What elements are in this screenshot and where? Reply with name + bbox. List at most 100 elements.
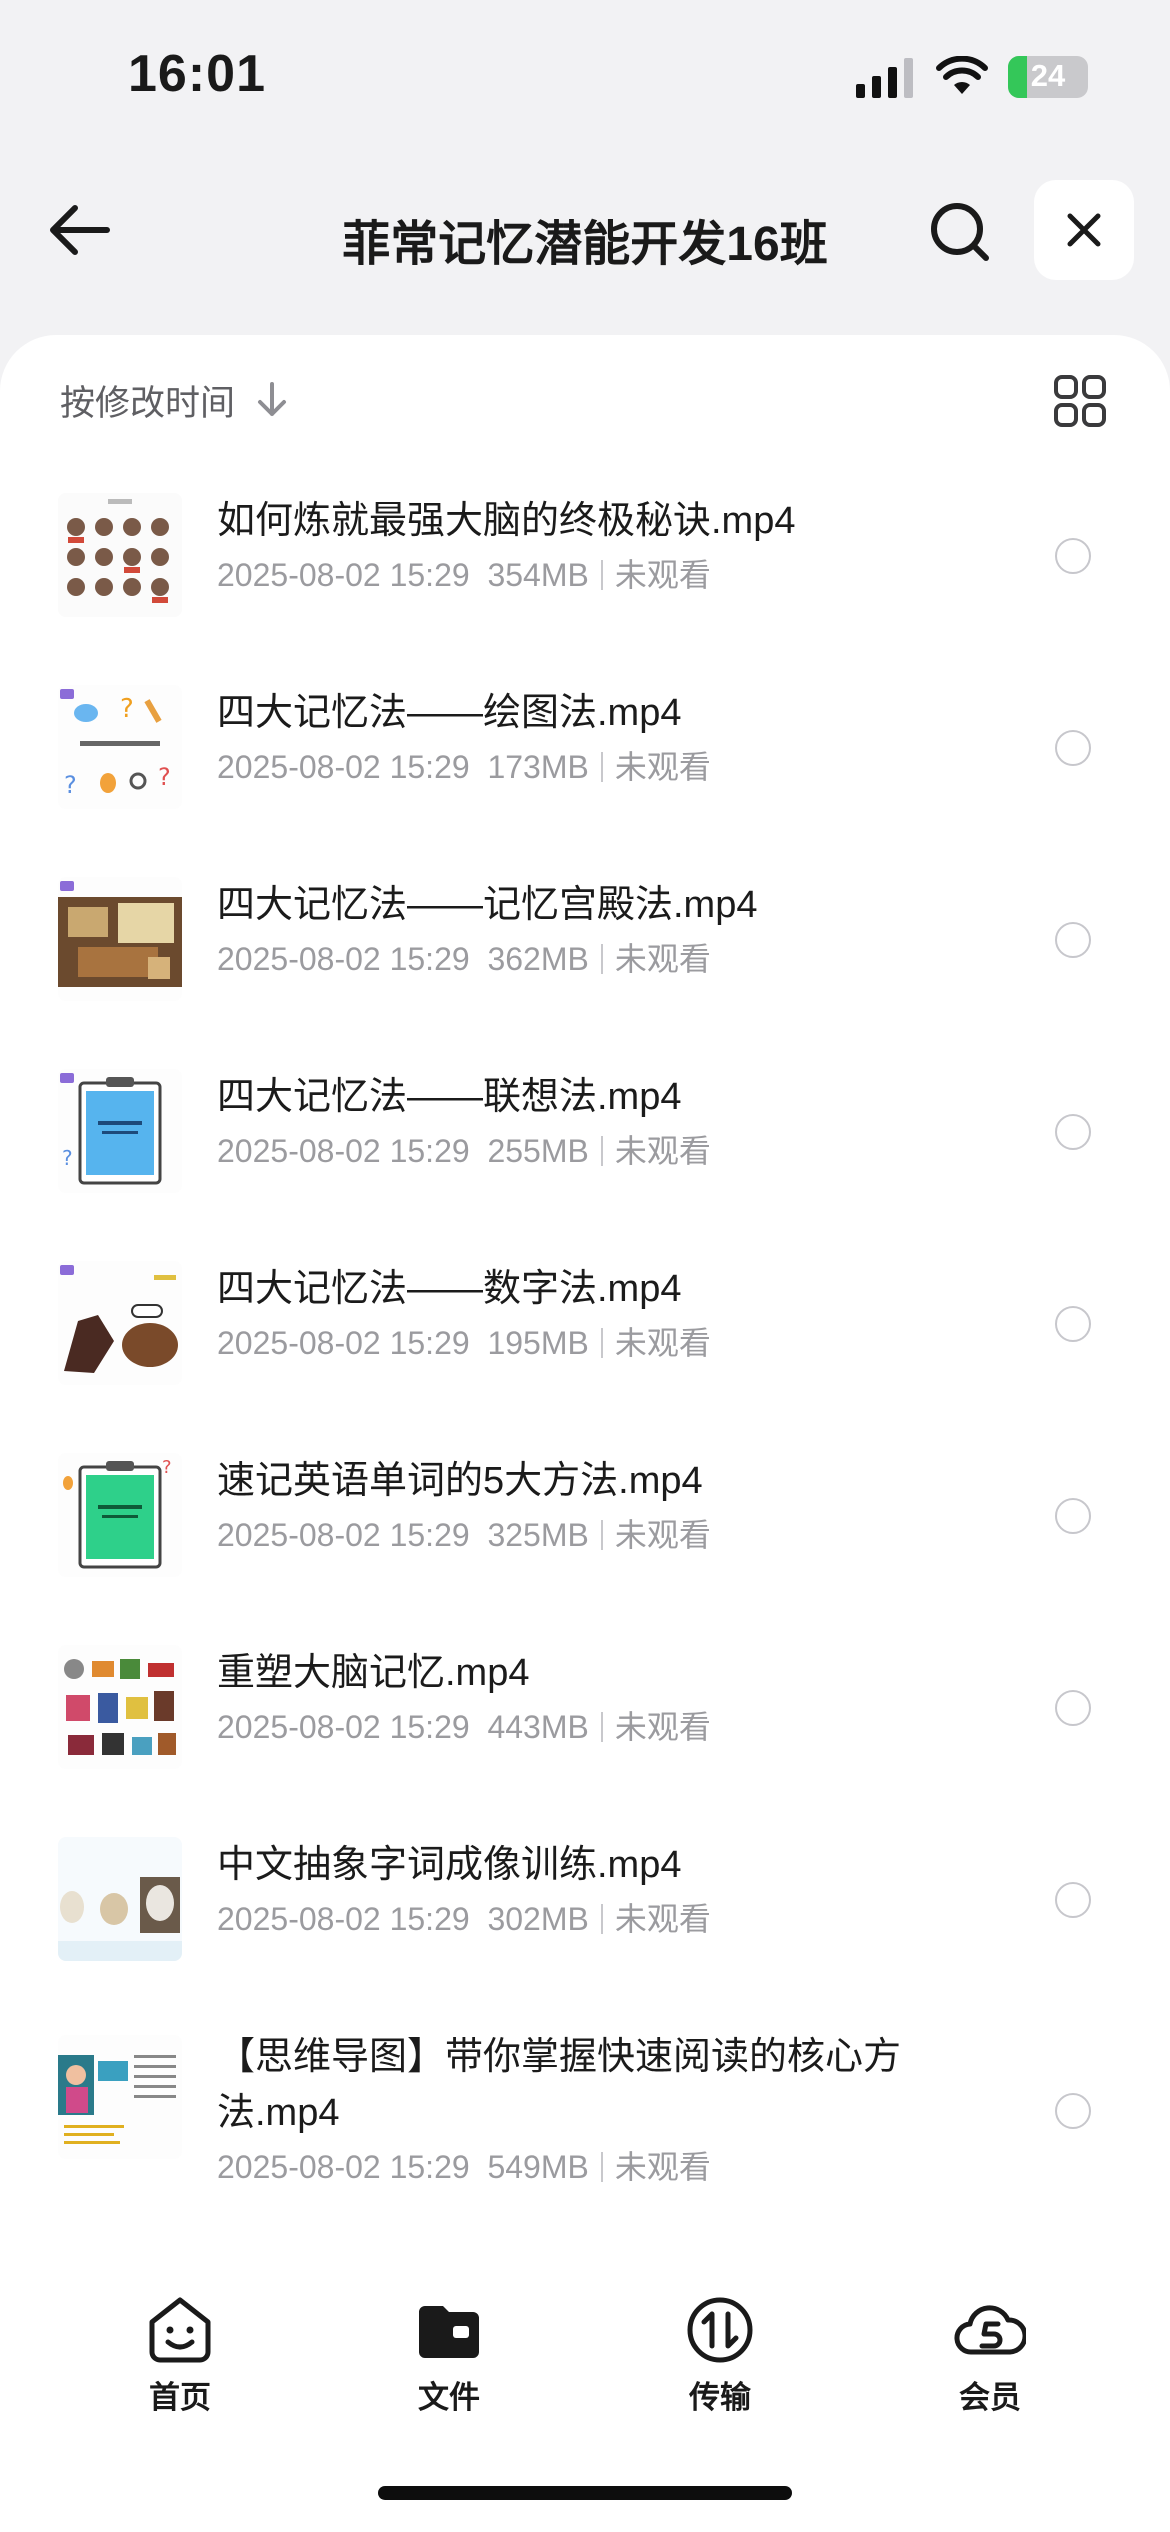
video-thumbnail	[58, 1261, 182, 1385]
tab-label: 首页	[149, 2380, 211, 2415]
sort-control[interactable]: 按修改时间	[60, 375, 287, 425]
watch-status: 未观看	[614, 1325, 711, 1361]
list-item[interactable]: ? ? ? 四大记忆法——绘图法.mp4 2025-08-02 15:29 17…	[0, 645, 1170, 837]
file-date: 2025-08-02 15:29	[217, 1517, 470, 1553]
search-icon	[931, 203, 989, 261]
file-meta: 2025-08-02 15:29 195MB 未观看	[217, 1319, 937, 1367]
select-radio[interactable]	[1055, 1690, 1091, 1726]
meta-divider	[600, 1712, 603, 1742]
file-info: 如何炼就最强大脑的终极秘诀.mp4 2025-08-02 15:29 354MB…	[217, 493, 937, 599]
file-meta: 2025-08-02 15:29 362MB 未观看	[217, 935, 937, 983]
file-info: 速记英语单词的5大方法.mp4 2025-08-02 15:29 325MB 未观…	[217, 1453, 937, 1559]
svg-text:?: ?	[120, 694, 134, 724]
tab-home[interactable]: 首页	[100, 2294, 260, 2417]
grid-view-icon[interactable]	[1054, 375, 1106, 427]
select-radio[interactable]	[1055, 1114, 1091, 1150]
file-date: 2025-08-02 15:29	[217, 1901, 470, 1937]
list-item[interactable]: 重塑大脑记忆.mp4 2025-08-02 15:29 443MB 未观看	[0, 1605, 1170, 1797]
home-indicator	[378, 2486, 792, 2500]
meta-divider	[600, 1136, 603, 1166]
meta-divider	[600, 1328, 603, 1358]
select-radio[interactable]	[1055, 1498, 1091, 1534]
battery-level-text: 24	[1030, 58, 1066, 93]
cellular-signal-icon	[856, 58, 913, 98]
video-thumbnail	[58, 1645, 182, 1769]
video-thumbnail: ? ? ?	[58, 685, 182, 809]
svg-text:?: ?	[64, 771, 77, 799]
file-name: 如何炼就最强大脑的终极秘诀.mp4	[217, 500, 796, 542]
file-info: 四大记忆法——记忆宫殿法.mp4 2025-08-02 15:29 362MB 未…	[217, 877, 937, 983]
meta-divider	[600, 1904, 603, 1934]
status-bar: 16:01 24	[0, 0, 1170, 150]
file-list-panel: 按修改时间 如何炼就最强大脑的终极秘诀.mp4 2025-08-02 15:29…	[0, 335, 1170, 2532]
video-thumbnail	[58, 877, 182, 1001]
file-size: 195MB	[487, 1325, 589, 1361]
list-item[interactable]: 四大记忆法——数字法.mp4 2025-08-02 15:29 195MB 未观看	[0, 1221, 1170, 1413]
list-item[interactable]: 【思维导图】带你掌握快速阅读的核心方法.mp4 2025-08-02 15:29…	[0, 1989, 1170, 2215]
watch-status: 未观看	[614, 941, 711, 977]
video-thumbnail: ?	[58, 1069, 182, 1193]
tab-member[interactable]: 会员	[910, 2294, 1070, 2417]
video-thumbnail	[58, 2035, 182, 2159]
watch-status: 未观看	[614, 1709, 711, 1745]
search-button[interactable]	[922, 194, 998, 270]
meta-divider	[600, 2152, 603, 2182]
transfer-icon	[687, 2297, 753, 2363]
video-thumbnail	[58, 1837, 182, 1961]
list-item[interactable]: 中文抽象字词成像训练.mp4 2025-08-02 15:29 302MB 未观看	[0, 1797, 1170, 1989]
file-size: 362MB	[487, 941, 589, 977]
file-meta: 2025-08-02 15:29 302MB 未观看	[217, 1895, 937, 1943]
select-radio[interactable]	[1055, 538, 1091, 574]
file-name: 四大记忆法——联想法.mp4	[217, 1076, 682, 1118]
watch-status: 未观看	[614, 1517, 711, 1553]
video-thumbnail: ?	[58, 1453, 182, 1577]
select-radio[interactable]	[1055, 1882, 1091, 1918]
watch-status: 未观看	[614, 1901, 711, 1937]
file-size: 255MB	[487, 1133, 589, 1169]
meta-divider	[600, 560, 603, 590]
header: 菲常记忆潜能开发16班	[0, 170, 1170, 290]
list-item[interactable]: ? 四大记忆法——联想法.mp4 2025-08-02 15:29 255MB 未…	[0, 1029, 1170, 1221]
meta-divider	[600, 752, 603, 782]
file-size: 325MB	[487, 1517, 589, 1553]
home-smiley-icon	[149, 2297, 211, 2363]
file-size: 443MB	[487, 1709, 589, 1745]
file-info: 四大记忆法——绘图法.mp4 2025-08-02 15:29 173MB 未观看	[217, 685, 937, 791]
svg-text:?: ?	[158, 763, 171, 791]
tab-files[interactable]: 文件	[369, 2294, 529, 2417]
select-radio[interactable]	[1055, 922, 1091, 958]
file-info: 中文抽象字词成像训练.mp4 2025-08-02 15:29 302MB 未观看	[217, 1837, 937, 1943]
file-meta: 2025-08-02 15:29 354MB 未观看	[217, 551, 937, 599]
file-date: 2025-08-02 15:29	[217, 1709, 470, 1745]
member-cloud-icon	[954, 2305, 1026, 2355]
file-size: 354MB	[487, 557, 589, 593]
tab-label: 传输	[689, 2380, 751, 2415]
tab-label: 文件	[418, 2380, 480, 2415]
file-meta: 2025-08-02 15:29 255MB 未观看	[217, 1127, 937, 1175]
file-date: 2025-08-02 15:29	[217, 2149, 470, 2185]
file-meta: 2025-08-02 15:29 443MB 未观看	[217, 1703, 937, 1751]
close-icon	[1067, 213, 1101, 247]
list-item[interactable]: 如何炼就最强大脑的终极秘诀.mp4 2025-08-02 15:29 354MB…	[0, 453, 1170, 645]
file-name: 四大记忆法——数字法.mp4	[217, 1268, 682, 1310]
meta-divider	[600, 1520, 603, 1550]
select-radio[interactable]	[1055, 730, 1091, 766]
file-name: 速记英语单词的5大方法.mp4	[217, 1460, 703, 1502]
select-radio[interactable]	[1055, 2093, 1091, 2129]
list-item[interactable]: 四大记忆法——记忆宫殿法.mp4 2025-08-02 15:29 362MB 未…	[0, 837, 1170, 1029]
sort-label: 按修改时间	[60, 383, 236, 423]
folder-icon	[419, 2306, 479, 2358]
file-info: 重塑大脑记忆.mp4 2025-08-02 15:29 443MB 未观看	[217, 1645, 937, 1751]
tab-transfer[interactable]: 传输	[640, 2294, 800, 2417]
file-date: 2025-08-02 15:29	[217, 749, 470, 785]
video-thumbnail	[58, 493, 182, 617]
list-item[interactable]: ? 速记英语单词的5大方法.mp4 2025-08-02 15:29 325MB…	[0, 1413, 1170, 1605]
select-radio[interactable]	[1055, 1306, 1091, 1342]
file-name: 中文抽象字词成像训练.mp4	[217, 1844, 682, 1886]
file-list: 如何炼就最强大脑的终极秘诀.mp4 2025-08-02 15:29 354MB…	[0, 453, 1170, 2215]
file-date: 2025-08-02 15:29	[217, 941, 470, 977]
battery-charging-icon: 24	[1008, 56, 1088, 98]
file-size: 173MB	[487, 749, 589, 785]
svg-text:?: ?	[62, 1146, 73, 1170]
close-button[interactable]	[1034, 180, 1134, 280]
